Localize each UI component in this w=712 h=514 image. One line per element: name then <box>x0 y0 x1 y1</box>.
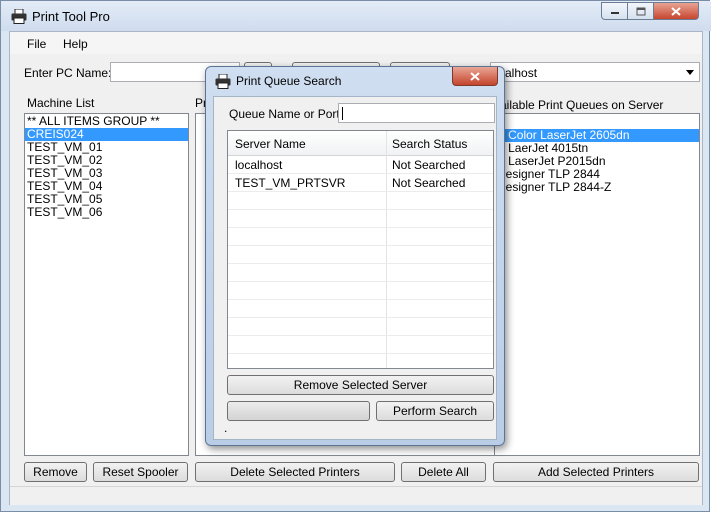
empty-row <box>228 192 493 210</box>
remove-button[interactable]: Remove <box>24 462 87 482</box>
queues-label: ailable Print Queues on Server <box>500 98 664 112</box>
print-queue-search-dialog: Print Queue Search Queue Name or Port Se… <box>205 66 505 446</box>
server-cell: TEST_VM_PRTSVR <box>235 176 346 190</box>
dialog-title: Print Queue Search <box>236 74 342 88</box>
grid-header: Server Name Search Status <box>228 131 493 156</box>
progress-bar <box>227 401 370 421</box>
window-title: Print Tool Pro <box>32 9 110 24</box>
server-cell: localhost <box>235 158 283 172</box>
dialog-status-text: . <box>224 421 228 435</box>
machine-listbox[interactable]: ** ALL ITEMS GROUP ** CREIS024 TEST_VM_0… <box>24 113 189 456</box>
empty-row <box>228 318 493 336</box>
status-bar <box>10 486 702 505</box>
printer-icon <box>11 9 27 24</box>
title-bar[interactable]: Print Tool Pro <box>1 1 711 31</box>
empty-row <box>228 282 493 300</box>
menu-bar: File Help <box>10 32 702 54</box>
minimize-icon <box>610 12 619 14</box>
machine-list-label: Machine List <box>27 96 95 110</box>
empty-row <box>228 336 493 354</box>
delete-selected-printers-button[interactable]: Delete Selected Printers <box>195 462 395 482</box>
empty-row <box>228 264 493 282</box>
maximize-button[interactable] <box>628 2 654 20</box>
caption-buttons <box>601 2 699 21</box>
maximize-icon <box>636 7 645 15</box>
printer-icon <box>215 74 231 89</box>
queue-name-input[interactable] <box>338 103 495 123</box>
close-icon <box>671 6 681 16</box>
menu-file[interactable]: File <box>27 37 46 51</box>
empty-row <box>228 246 493 264</box>
reset-spooler-button[interactable]: Reset Spooler <box>93 462 188 482</box>
close-icon <box>470 71 480 81</box>
empty-row <box>228 210 493 228</box>
table-row[interactable]: localhost Not Searched <box>228 156 493 174</box>
queue-name-label: Queue Name or Port <box>229 107 340 121</box>
empty-row <box>228 228 493 246</box>
empty-row <box>228 300 493 318</box>
perform-search-button[interactable]: Perform Search <box>376 401 494 421</box>
delete-all-button[interactable]: Delete All <box>401 462 486 482</box>
remove-selected-server-button[interactable]: Remove Selected Server <box>227 375 494 395</box>
server-combobox[interactable]: calhost <box>490 62 700 82</box>
list-item[interactable]: Designer TLP 2844-Z <box>495 181 699 194</box>
minimize-button[interactable] <box>601 2 628 20</box>
server-grid[interactable]: Server Name Search Status localhost Not … <box>227 130 494 369</box>
column-header-status[interactable]: Search Status <box>392 137 467 151</box>
table-row[interactable]: TEST_VM_PRTSVR Not Searched <box>228 174 493 192</box>
column-header-server[interactable]: Server Name <box>235 137 306 151</box>
add-selected-printers-button[interactable]: Add Selected Printers <box>493 462 699 482</box>
menu-help[interactable]: Help <box>63 37 88 51</box>
status-cell: Not Searched <box>392 158 466 172</box>
dialog-close-button[interactable] <box>452 67 498 86</box>
print-queues-listbox[interactable]: x P Color LaserJet 2605dn P LaerJet 4015… <box>494 113 700 456</box>
chevron-down-icon <box>686 70 694 75</box>
close-button[interactable] <box>654 2 699 20</box>
status-cell: Not Searched <box>392 176 466 190</box>
list-item[interactable]: TEST_VM_06 <box>25 206 188 219</box>
dialog-client-area: Queue Name or Port Server Name Search St… <box>213 96 497 440</box>
text-cursor <box>342 107 343 120</box>
pc-name-label: Enter PC Name: <box>24 66 112 80</box>
